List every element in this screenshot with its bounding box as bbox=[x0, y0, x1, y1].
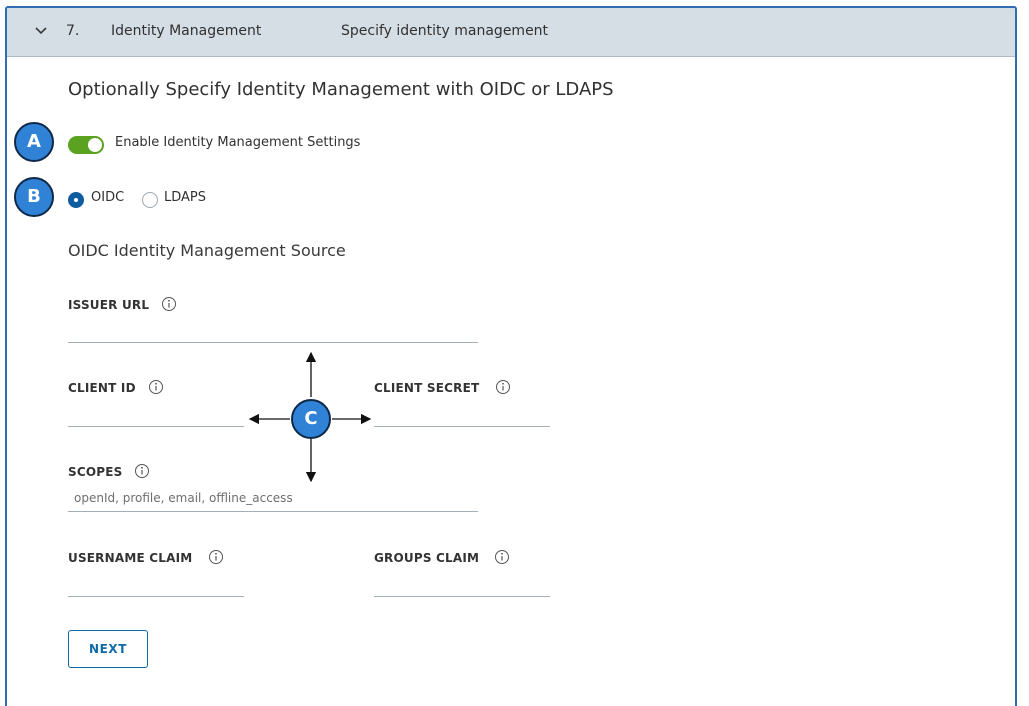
enable-identity-label: Enable Identity Management Settings bbox=[115, 135, 361, 150]
step-description: Specify identity management bbox=[341, 23, 549, 39]
info-icon[interactable] bbox=[495, 379, 511, 395]
chevron-down-icon[interactable] bbox=[33, 23, 49, 39]
identity-management-step-panel: 7. Identity Management Specify identity … bbox=[5, 6, 1017, 706]
oidc-radio[interactable] bbox=[68, 192, 84, 208]
info-icon[interactable] bbox=[161, 296, 177, 312]
client-secret-input[interactable] bbox=[374, 426, 550, 427]
section-heading: Optionally Specify Identity Management w… bbox=[68, 79, 614, 100]
scopes-label: SCOPES bbox=[68, 465, 123, 479]
oidc-source-heading: OIDC Identity Management Source bbox=[68, 241, 346, 260]
info-icon[interactable] bbox=[134, 463, 150, 479]
enable-identity-toggle[interactable] bbox=[68, 136, 104, 154]
ldaps-radio-label[interactable]: LDAPS bbox=[164, 190, 206, 205]
client-id-label: CLIENT ID bbox=[68, 381, 136, 395]
client-id-input[interactable] bbox=[68, 426, 244, 427]
info-icon[interactable] bbox=[494, 549, 510, 565]
info-icon[interactable] bbox=[148, 379, 164, 395]
info-icon[interactable] bbox=[208, 549, 224, 565]
toggle-knob bbox=[88, 138, 102, 152]
ldaps-radio[interactable] bbox=[142, 192, 158, 208]
issuer-url-input[interactable] bbox=[68, 342, 478, 343]
step-title: Identity Management bbox=[111, 23, 262, 39]
step-header[interactable]: 7. Identity Management Specify identity … bbox=[7, 8, 1015, 57]
username-claim-label: USERNAME CLAIM bbox=[68, 551, 193, 565]
callout-b: B bbox=[14, 177, 54, 217]
next-button[interactable]: NEXT bbox=[68, 630, 148, 668]
issuer-url-label: ISSUER URL bbox=[68, 298, 150, 312]
groups-claim-input[interactable] bbox=[374, 596, 550, 597]
step-number: 7. bbox=[66, 23, 80, 39]
scopes-placeholder[interactable]: openId, profile, email, offline_access bbox=[74, 491, 293, 505]
callout-a: A bbox=[14, 122, 54, 162]
groups-claim-label: GROUPS CLAIM bbox=[374, 551, 480, 565]
username-claim-input[interactable] bbox=[68, 596, 244, 597]
callout-c: C bbox=[291, 399, 331, 439]
oidc-radio-label[interactable]: OIDC bbox=[91, 190, 124, 205]
scopes-input[interactable] bbox=[68, 511, 478, 512]
client-secret-label: CLIENT SECRET bbox=[374, 381, 480, 395]
